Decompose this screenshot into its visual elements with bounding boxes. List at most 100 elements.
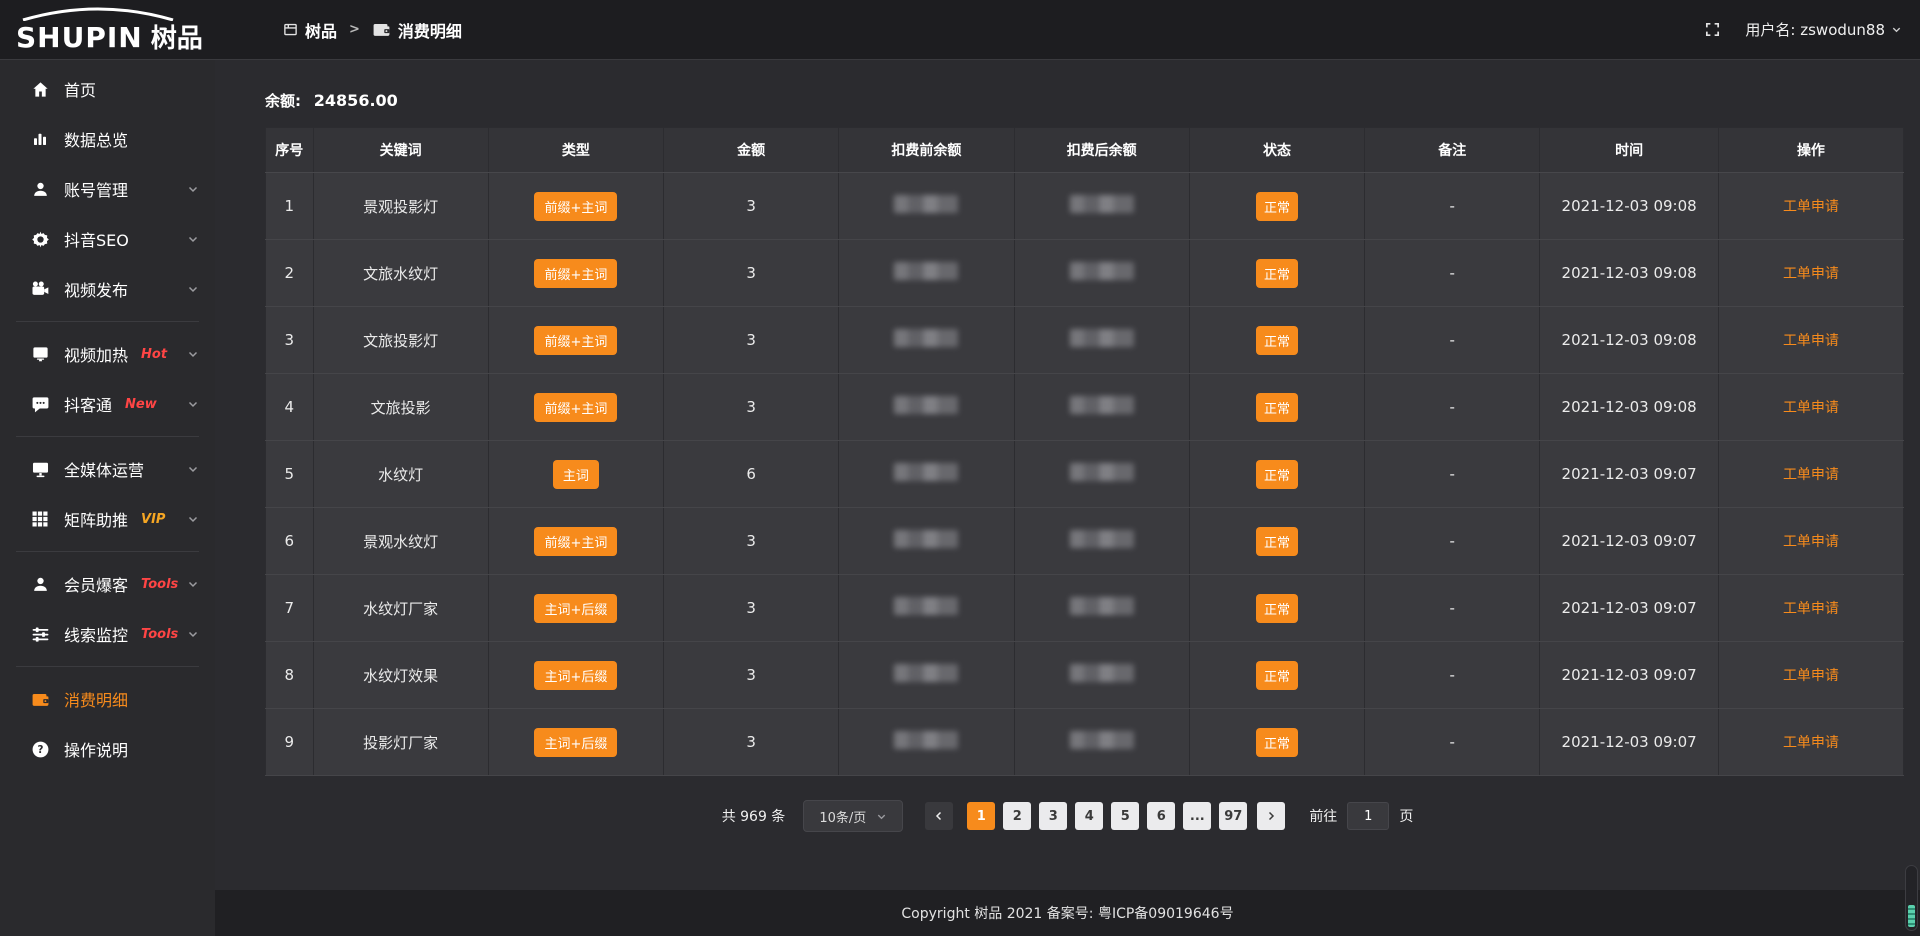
sidebar-item-label: 全媒体运营 bbox=[64, 457, 144, 481]
action-cell: 工单申请 bbox=[1718, 240, 1903, 307]
goto-page-input[interactable] bbox=[1347, 802, 1389, 830]
sidebar-item-账号管理[interactable]: 账号管理 bbox=[0, 164, 215, 214]
prev-page-button[interactable] bbox=[925, 802, 953, 830]
sidebar-item-抖客通[interactable]: 抖客通New bbox=[0, 379, 215, 429]
monitor-icon bbox=[30, 459, 50, 479]
type-badge: 主词+后缀 bbox=[534, 728, 617, 757]
page-button-97[interactable]: 97 bbox=[1219, 802, 1247, 830]
scrollbar-thumb[interactable] bbox=[1908, 905, 1915, 927]
page-button-2[interactable]: 2 bbox=[1003, 802, 1031, 830]
footer: Copyright 树品 2021 备案号: 粤ICP备09019646号 bbox=[215, 890, 1920, 936]
topbar-right: 用户名: zswodun88 bbox=[1704, 19, 1920, 40]
column-header-类型: 类型 bbox=[488, 128, 663, 173]
remark-cell: - bbox=[1365, 441, 1540, 508]
table-row: 2文旅水纹灯前缀+主词3正常-2021-12-03 09:08工单申请 bbox=[266, 240, 1904, 307]
pagination: 共 969 条 10条/页 123456...97 前往 页 bbox=[215, 800, 1920, 832]
chevron-down-icon bbox=[187, 183, 199, 195]
scrollbar[interactable] bbox=[1905, 865, 1918, 931]
work-order-link[interactable]: 工单申请 bbox=[1783, 467, 1839, 483]
balance-after-cell bbox=[1014, 575, 1189, 642]
sidebar-item-线索监控[interactable]: 线索监控Tools bbox=[0, 609, 215, 659]
work-order-link[interactable]: 工单申请 bbox=[1783, 534, 1839, 550]
user-menu[interactable]: 用户名: zswodun88 bbox=[1745, 19, 1902, 40]
work-order-link[interactable]: 工单申请 bbox=[1783, 266, 1839, 282]
masked-value bbox=[1070, 463, 1134, 481]
page-button-4[interactable]: 4 bbox=[1075, 802, 1103, 830]
amount-cell: 3 bbox=[664, 374, 839, 441]
status-cell: 正常 bbox=[1189, 709, 1364, 776]
status-badge: 正常 bbox=[1256, 326, 1298, 355]
page-ellipsis-button[interactable]: ... bbox=[1183, 802, 1211, 830]
work-order-link[interactable]: 工单申请 bbox=[1783, 199, 1839, 215]
sidebar-divider bbox=[16, 551, 199, 552]
consumption-table-wrap: 序号关键词类型金额扣费前余额扣费后余额状态备注时间操作 1景观投影灯前缀+主词3… bbox=[265, 127, 1904, 776]
page-button-5[interactable]: 5 bbox=[1111, 802, 1139, 830]
work-order-link[interactable]: 工单申请 bbox=[1783, 400, 1839, 416]
time-cell: 2021-12-03 09:07 bbox=[1540, 575, 1719, 642]
page-size-select[interactable]: 10条/页 bbox=[803, 800, 903, 832]
type-badge: 主词+后缀 bbox=[534, 661, 617, 690]
sidebar-item-消费明细[interactable]: 消费明细 bbox=[0, 674, 215, 724]
chevron-down-icon bbox=[187, 348, 199, 360]
sidebar-divider bbox=[16, 666, 199, 667]
keyword-cell: 水纹灯厂家 bbox=[313, 575, 488, 642]
sidebar-item-label: 视频加热 bbox=[64, 342, 128, 366]
amount-cell: 6 bbox=[664, 441, 839, 508]
chevron-down-icon bbox=[187, 398, 199, 410]
type-badge: 主词+后缀 bbox=[534, 594, 617, 623]
table-row: 6景观水纹灯前缀+主词3正常-2021-12-03 09:07工单申请 bbox=[266, 508, 1904, 575]
sidebar-item-矩阵助推[interactable]: 矩阵助推VIP bbox=[0, 494, 215, 544]
sidebar-item-首页[interactable]: 首页 bbox=[0, 64, 215, 114]
balance-after-cell bbox=[1014, 441, 1189, 508]
page-button-1[interactable]: 1 bbox=[967, 802, 995, 830]
work-order-link[interactable]: 工单申请 bbox=[1783, 333, 1839, 349]
balance-after-cell bbox=[1014, 307, 1189, 374]
balance-label: 余额: bbox=[265, 92, 301, 110]
type-cell: 前缀+主词 bbox=[488, 240, 663, 307]
keyword-cell: 文旅投影 bbox=[313, 374, 488, 441]
keyword-cell: 水纹灯 bbox=[313, 441, 488, 508]
sidebar-item-会员爆客[interactable]: 会员爆客Tools bbox=[0, 559, 215, 609]
fullscreen-icon[interactable] bbox=[1704, 21, 1721, 38]
status-badge: 正常 bbox=[1256, 594, 1298, 623]
breadcrumb-item-current[interactable]: 消费明细 bbox=[372, 18, 462, 42]
column-header-金额: 金额 bbox=[664, 128, 839, 173]
status-cell: 正常 bbox=[1189, 307, 1364, 374]
sidebar-item-数据总览[interactable]: 数据总览 bbox=[0, 114, 215, 164]
page-button-6[interactable]: 6 bbox=[1147, 802, 1175, 830]
sidebar-item-label: 线索监控 bbox=[64, 622, 128, 646]
balance-before-cell bbox=[839, 441, 1014, 508]
amount-cell: 3 bbox=[664, 642, 839, 709]
breadcrumb-item-home[interactable]: 树品 bbox=[283, 18, 337, 42]
index-cell: 9 bbox=[266, 709, 314, 776]
sidebar-item-抖音SEO[interactable]: 抖音SEO bbox=[0, 214, 215, 264]
status-badge: 正常 bbox=[1256, 728, 1298, 757]
work-order-link[interactable]: 工单申请 bbox=[1783, 601, 1839, 617]
type-cell: 前缀+主词 bbox=[488, 173, 663, 240]
table-row: 3文旅投影灯前缀+主词3正常-2021-12-03 09:08工单申请 bbox=[266, 307, 1904, 374]
masked-value bbox=[1070, 195, 1134, 213]
work-order-link[interactable]: 工单申请 bbox=[1783, 735, 1839, 751]
sidebar-item-操作说明[interactable]: ?操作说明 bbox=[0, 724, 215, 774]
amount-cell: 3 bbox=[664, 240, 839, 307]
chevron-down-icon bbox=[187, 463, 199, 475]
type-cell: 前缀+主词 bbox=[488, 374, 663, 441]
page-button-3[interactable]: 3 bbox=[1039, 802, 1067, 830]
home-icon bbox=[30, 79, 50, 99]
time-cell: 2021-12-03 09:08 bbox=[1540, 374, 1719, 441]
table-row: 5水纹灯主词6正常-2021-12-03 09:07工单申请 bbox=[266, 441, 1904, 508]
remark-cell: - bbox=[1365, 642, 1540, 709]
app-logo: SHUPIN树品 bbox=[0, 0, 215, 60]
sidebar-item-全媒体运营[interactable]: 全媒体运营 bbox=[0, 444, 215, 494]
index-cell: 6 bbox=[266, 508, 314, 575]
sidebar-badge: Hot bbox=[141, 347, 167, 362]
masked-value bbox=[1070, 396, 1134, 414]
next-page-button[interactable] bbox=[1257, 802, 1285, 830]
work-order-link[interactable]: 工单申请 bbox=[1783, 668, 1839, 684]
index-cell: 7 bbox=[266, 575, 314, 642]
sidebar-item-视频加热[interactable]: 视频加热 Hot bbox=[0, 329, 215, 379]
action-cell: 工单申请 bbox=[1718, 642, 1903, 709]
column-header-关键词: 关键词 bbox=[313, 128, 488, 173]
sidebar-divider bbox=[16, 436, 199, 437]
sidebar-item-视频发布[interactable]: 视频发布 bbox=[0, 264, 215, 314]
